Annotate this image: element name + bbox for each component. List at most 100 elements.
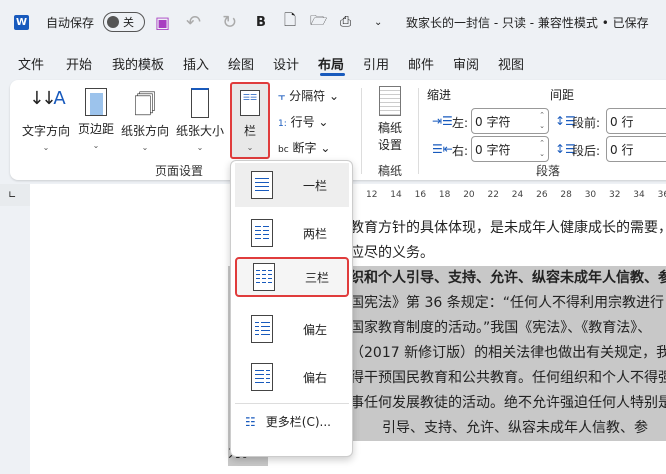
label: 纸张方向	[120, 124, 169, 138]
space-before-input[interactable]: 0 行	[606, 108, 666, 134]
two-columns-icon	[251, 219, 273, 247]
right-column-icon	[251, 363, 273, 391]
ruler-tick: 28	[560, 190, 572, 200]
manuscript-group-label: 稿纸	[378, 164, 403, 178]
size-button[interactable]: 纸张大小 ⌄	[174, 88, 226, 152]
ruler-tick: 14	[390, 190, 402, 200]
tab-references[interactable]: 引用	[363, 54, 389, 73]
text-direction-icon: ↓↓A	[29, 88, 66, 109]
text-direction-button[interactable]: ↓↓A 文字方向 ⌄	[20, 88, 72, 152]
tab-mailings[interactable]: 邮件	[408, 54, 434, 73]
hyphenation-icon: bc	[278, 145, 289, 155]
ruler-tick: 16	[414, 190, 427, 200]
ruler-tick: 20	[463, 190, 475, 200]
label: 更多栏(C)...	[265, 415, 331, 429]
indent-right-input[interactable]: 0 字符 ⌃ ⌄	[471, 136, 549, 162]
breaks-button[interactable]: ⫟ 分隔符 ⌄	[278, 87, 339, 104]
label: 分隔符	[289, 89, 326, 103]
columns-option-left[interactable]: 偏左	[235, 307, 349, 351]
autosave-toggle[interactable]: 关	[103, 12, 145, 32]
line-numbers-icon: 1:	[278, 119, 287, 129]
indent-left-input[interactable]: 0 字符 ⌃ ⌄	[471, 108, 549, 134]
ruler-tick: 12	[366, 190, 378, 200]
autosave-label: 自动保存	[46, 15, 95, 30]
undo-icon[interactable]: ↶	[186, 8, 201, 36]
open-folder-icon[interactable]: 🗁	[310, 8, 327, 36]
columns-option-two[interactable]: 两栏	[235, 211, 349, 255]
tab-selector-icon[interactable]: ∟	[8, 190, 16, 201]
more-columns-button[interactable]: ☷ 更多栏(C)...	[245, 413, 331, 430]
spacing-label: 间距	[550, 88, 575, 102]
customize-toolbar-icon[interactable]: ⌄	[374, 8, 382, 36]
ruler-tick: 26	[536, 190, 548, 200]
indent-left-icon: ⇥☰	[432, 114, 453, 128]
hyphenation-button[interactable]: bc 断字 ⌄	[278, 139, 330, 156]
ruler-tick: 24	[511, 190, 524, 200]
print-icon[interactable]: ⎙	[340, 8, 351, 36]
ruler-tick: 36	[657, 190, 666, 200]
new-document-icon[interactable]: 🗋	[284, 8, 296, 36]
active-tab-indicator	[320, 73, 345, 76]
columns-option-one[interactable]: 一栏	[235, 163, 349, 207]
label: 断字	[292, 141, 317, 155]
paper-size-icon	[191, 88, 209, 118]
page-setup-group-label: 页面设置	[155, 164, 204, 178]
orientation-button[interactable]: 🗍 纸张方向 ⌄	[120, 88, 170, 152]
indent-left-label: 左:	[452, 116, 469, 130]
label: 栏	[243, 124, 256, 138]
toggle-state: 关	[123, 16, 134, 29]
document-title: 致家长的一封信 - 只读 - 兼容性模式 • 已保存	[406, 15, 649, 30]
columns-button[interactable]: ☰☰ 栏 ⌄	[230, 82, 270, 159]
toggle-knob	[107, 16, 119, 28]
space-after-label: 段后:	[572, 144, 601, 158]
label: 页边距	[77, 122, 114, 136]
columns-dropdown: 一栏 两栏 三栏 偏左 偏右 ☷ 更多栏(C)...	[230, 160, 353, 457]
label: 行号	[290, 115, 315, 129]
one-column-icon	[251, 171, 273, 199]
orientation-icon: 🗍	[134, 93, 156, 118]
label: 三栏	[305, 270, 330, 285]
tab-review[interactable]: 审阅	[453, 54, 479, 73]
divider	[361, 88, 362, 174]
left-column-icon	[251, 315, 273, 343]
word-logo-icon: W	[14, 14, 29, 30]
tab-insert[interactable]: 插入	[183, 54, 209, 73]
space-before-label: 段前:	[572, 116, 601, 130]
label: 稿纸	[377, 121, 402, 135]
ruler-tick: 30	[584, 190, 597, 200]
tab-draw[interactable]: 绘图	[228, 54, 254, 73]
tab-view[interactable]: 视图	[498, 54, 524, 73]
divider	[235, 403, 349, 404]
tab-file[interactable]: 文件	[18, 54, 44, 73]
label: 偏左	[303, 322, 328, 337]
label: 偏右	[303, 370, 328, 385]
tab-home[interactable]: 开始	[66, 54, 92, 73]
save-icon[interactable]: ▣	[155, 8, 170, 36]
breaks-icon: ⫟	[278, 89, 286, 103]
label: 设置	[377, 138, 402, 152]
divider	[418, 88, 419, 174]
bold-icon[interactable]: B	[256, 8, 266, 36]
line-numbers-button[interactable]: 1: 行号 ⌄	[278, 113, 328, 130]
margins-button[interactable]: 页边距 ⌄	[76, 88, 116, 150]
manuscript-icon	[379, 86, 401, 116]
label: 一栏	[303, 178, 328, 193]
indent-label: 缩进	[427, 88, 452, 102]
redo-icon[interactable]: ↻	[222, 8, 237, 36]
columns-icon: ☰☰	[240, 90, 260, 116]
manuscript-settings-button[interactable]: 稿纸 设置	[372, 86, 408, 153]
tab-my-templates[interactable]: 我的模板	[112, 54, 164, 73]
tab-design[interactable]: 设计	[273, 54, 299, 73]
tab-layout[interactable]: 布局	[318, 54, 344, 73]
ruler-tick: 34	[633, 190, 645, 200]
space-after-input[interactable]: 0 行	[606, 136, 666, 162]
ruler-tick: 18	[438, 190, 451, 200]
ruler-tick: 22	[487, 190, 499, 200]
label: 文字方向	[21, 124, 70, 138]
columns-option-three[interactable]: 三栏	[235, 257, 349, 297]
label: 两栏	[303, 226, 328, 241]
ruler-tick: 32	[609, 190, 621, 200]
columns-option-right[interactable]: 偏右	[235, 355, 349, 399]
more-columns-icon: ☷	[245, 414, 256, 429]
three-columns-icon	[253, 263, 275, 291]
